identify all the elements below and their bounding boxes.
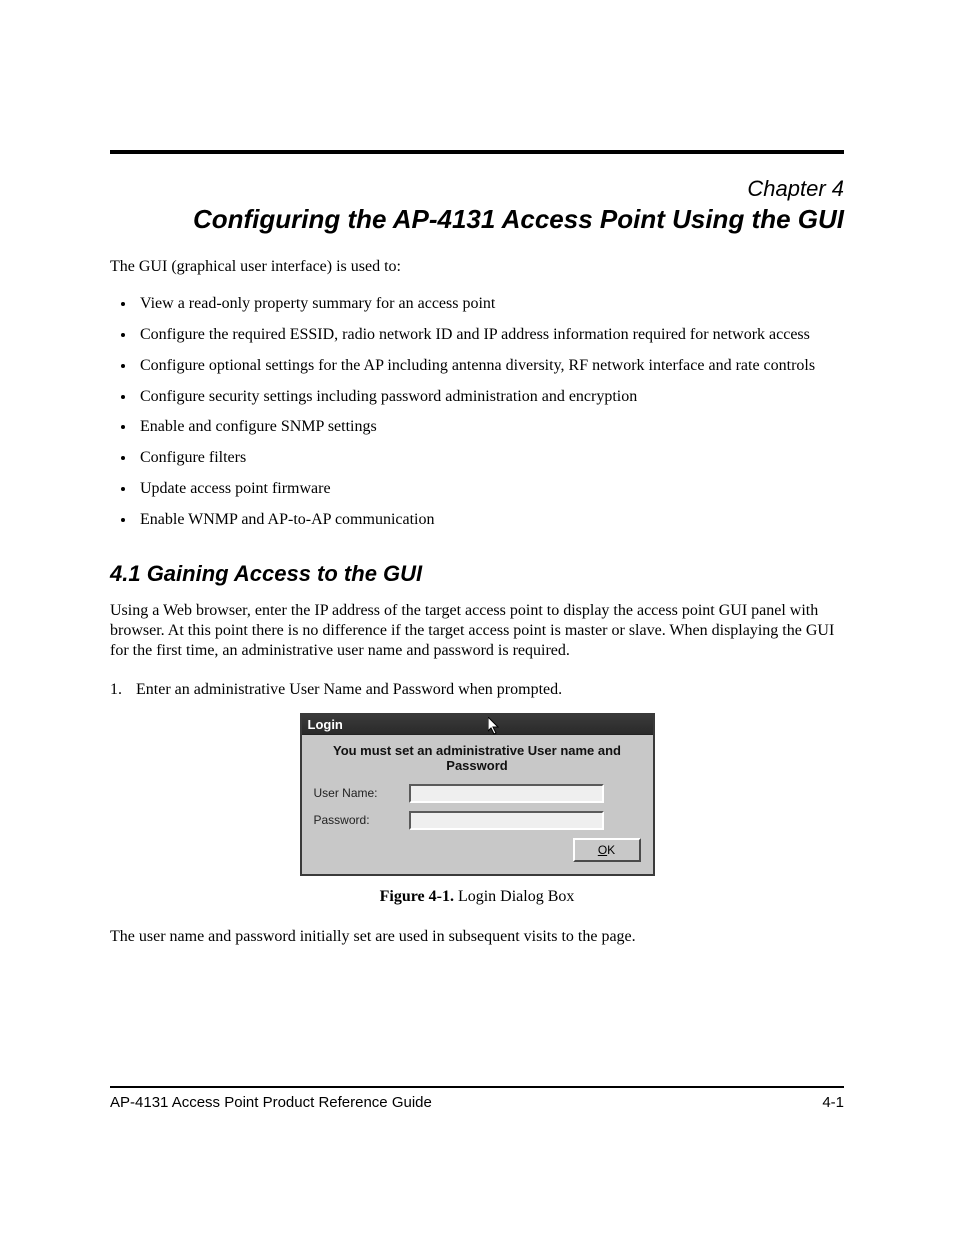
password-label: Password:: [314, 813, 409, 827]
username-input[interactable]: [409, 784, 604, 803]
step-text: Enter an administrative User Name and Pa…: [136, 681, 562, 698]
chapter-label: Chapter 4: [110, 176, 844, 202]
step-item: 1. Enter an administrative User Name and…: [110, 681, 844, 699]
footer-left: AP-4131 Access Point Product Reference G…: [110, 1094, 432, 1111]
dialog-figure: Login You must set an administrative Use…: [110, 713, 844, 876]
password-input[interactable]: [409, 811, 604, 830]
step-number: 1.: [110, 681, 132, 699]
feature-bullet-list: View a read-only property summary for an…: [110, 292, 844, 532]
dialog-button-row: OK: [314, 838, 641, 862]
footer-page-number: 4-1: [822, 1094, 844, 1111]
section-heading: 4.1 Gaining Access to the GUI: [110, 561, 844, 587]
list-item: Update access point firmware: [136, 477, 844, 502]
dialog-message: You must set an administrative User name…: [314, 743, 641, 774]
ok-button-suffix: K: [607, 843, 615, 857]
section-paragraph: Using a Web browser, enter the IP addres…: [110, 601, 844, 661]
ok-button-mnemonic: O: [598, 843, 607, 857]
chapter-heading-block: Chapter 4 Configuring the AP-4131 Access…: [110, 176, 844, 235]
ok-button[interactable]: OK: [573, 838, 641, 862]
page-footer: AP-4131 Access Point Product Reference G…: [110, 1086, 844, 1111]
username-row: User Name:: [314, 784, 641, 803]
chapter-title: Configuring the AP-4131 Access Point Usi…: [110, 204, 844, 235]
document-page: Chapter 4 Configuring the AP-4131 Access…: [0, 0, 954, 1235]
list-item: Configure security settings including pa…: [136, 385, 844, 410]
cursor-icon: [488, 717, 502, 737]
password-row: Password:: [314, 811, 641, 830]
dialog-title: Login: [308, 717, 343, 732]
intro-paragraph: The GUI (graphical user interface) is us…: [110, 257, 844, 276]
login-dialog: Login You must set an administrative Use…: [300, 713, 655, 876]
post-figure-paragraph: The user name and password initially set…: [110, 928, 844, 946]
figure-label: Figure 4-1.: [380, 888, 454, 905]
header-rule: [110, 150, 844, 154]
list-item: Configure optional settings for the AP i…: [136, 354, 844, 379]
list-item: Enable and configure SNMP settings: [136, 415, 844, 440]
list-item: Configure the required ESSID, radio netw…: [136, 323, 844, 348]
list-item: Configure filters: [136, 446, 844, 471]
list-item: Enable WNMP and AP-to-AP communication: [136, 508, 844, 533]
dialog-titlebar: Login: [302, 715, 653, 735]
username-label: User Name:: [314, 786, 409, 800]
list-item: View a read-only property summary for an…: [136, 292, 844, 317]
figure-caption: Figure 4-1. Login Dialog Box: [110, 888, 844, 906]
figure-title: Login Dialog Box: [458, 888, 574, 905]
dialog-body: You must set an administrative User name…: [302, 735, 653, 874]
